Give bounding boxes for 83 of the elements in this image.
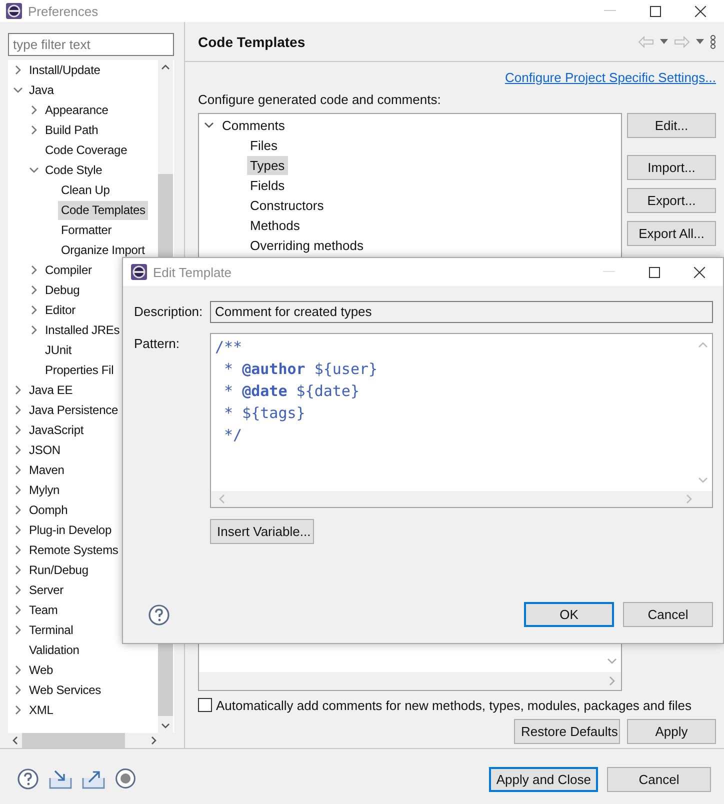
maximize-icon[interactable] bbox=[649, 266, 660, 278]
tree-item[interactable]: Organize Import bbox=[58, 240, 148, 260]
dialog-button[interactable]: OK bbox=[524, 602, 614, 627]
tree-item[interactable]: Terminal bbox=[26, 620, 76, 640]
code-line: */ bbox=[223, 425, 244, 446]
tree-item[interactable]: XML bbox=[26, 700, 56, 720]
tree-item[interactable]: Install/Update bbox=[26, 60, 104, 80]
export-icon[interactable] bbox=[82, 768, 105, 788]
tree-item[interactable]: Java EE bbox=[26, 380, 76, 400]
code-line: * ${tags} bbox=[223, 403, 306, 424]
side-button[interactable]: Export All... bbox=[627, 221, 716, 246]
maximize-icon[interactable] bbox=[650, 6, 661, 16]
tree-item[interactable]: Constructors bbox=[247, 196, 327, 214]
tree-item[interactable]: Java bbox=[26, 80, 57, 100]
project-settings-link[interactable]: Configure Project Specific Settings... bbox=[505, 70, 716, 84]
tree-item[interactable]: Compiler bbox=[42, 260, 95, 280]
tree-item[interactable]: Debug bbox=[42, 280, 83, 300]
tree-item[interactable]: Appearance bbox=[42, 100, 112, 120]
caret-icon[interactable] bbox=[660, 39, 668, 44]
help-icon[interactable] bbox=[148, 604, 170, 626]
dialog-button[interactable]: Cancel bbox=[623, 602, 713, 627]
window-title: Preferences bbox=[28, 4, 98, 18]
tree-item[interactable]: Files bbox=[247, 136, 280, 154]
tree-item[interactable]: Remote Systems bbox=[26, 540, 122, 560]
footer-button[interactable]: Cancel bbox=[607, 767, 711, 792]
tree-item[interactable]: Clean Up bbox=[58, 180, 113, 200]
tree-item[interactable]: Team bbox=[26, 600, 61, 620]
help-icon[interactable] bbox=[17, 768, 39, 790]
page-button[interactable]: Apply bbox=[627, 719, 716, 744]
tree-item[interactable]: Oomph bbox=[26, 500, 71, 520]
description-field[interactable]: Comment for created types bbox=[210, 301, 713, 323]
filter-field[interactable]: type filter text bbox=[8, 33, 174, 56]
insert-variable-button[interactable]: Insert Variable... bbox=[210, 519, 314, 544]
tree-item[interactable]: JavaScript bbox=[26, 420, 87, 440]
tree-item[interactable]: Code Style bbox=[42, 160, 106, 180]
tree-item[interactable]: Overriding methods bbox=[247, 236, 366, 254]
tree-item[interactable]: Types bbox=[247, 156, 288, 174]
tree-item[interactable]: Editor bbox=[42, 300, 78, 320]
tree-item[interactable]: Validation bbox=[26, 640, 82, 660]
close-icon[interactable] bbox=[694, 266, 705, 278]
tree-item[interactable]: Mylyn bbox=[26, 480, 63, 500]
tree-item[interactable]: Server bbox=[26, 580, 66, 600]
footer-button[interactable]: Apply and Close bbox=[489, 767, 598, 792]
tree-item[interactable]: JSON bbox=[26, 440, 64, 460]
record-icon[interactable] bbox=[115, 768, 136, 789]
dialog-title: Edit Template bbox=[153, 264, 232, 280]
tree-item[interactable]: Comments bbox=[219, 116, 288, 134]
caret-icon[interactable] bbox=[696, 39, 704, 44]
code-line: *@date ${date} bbox=[223, 381, 360, 402]
tree-item[interactable]: Java Persistence bbox=[26, 400, 121, 420]
scrollbar[interactable] bbox=[199, 672, 621, 690]
app-icon bbox=[131, 264, 147, 280]
app-icon bbox=[6, 3, 22, 19]
import-icon[interactable] bbox=[49, 768, 72, 788]
tree-item[interactable]: Maven bbox=[26, 460, 68, 480]
code-line: /** bbox=[215, 337, 244, 358]
code-line: *@author ${user} bbox=[223, 359, 379, 380]
page-button[interactable]: Restore Defaults bbox=[514, 719, 620, 744]
tree-item[interactable]: Methods bbox=[247, 216, 303, 234]
close-icon[interactable] bbox=[695, 6, 706, 16]
pattern-label: Pattern: bbox=[134, 335, 181, 353]
tree-item[interactable]: Properties Fil bbox=[42, 360, 117, 380]
tree-item[interactable]: Formatter bbox=[58, 220, 115, 240]
tree-item[interactable]: Web Services bbox=[26, 680, 104, 700]
tree-item[interactable]: Installed JREs bbox=[42, 320, 123, 340]
side-button[interactable]: Import... bbox=[627, 155, 716, 180]
tree-item[interactable]: Plug-in Develop bbox=[26, 520, 114, 540]
tree-item[interactable]: Code Templates bbox=[58, 200, 148, 220]
side-button[interactable]: Edit... bbox=[627, 113, 716, 138]
checkbox-label: Automatically add comments for new methods, types, modules, packages and files bbox=[216, 698, 692, 712]
page-title: Code Templates bbox=[198, 34, 306, 50]
checkbox[interactable] bbox=[198, 698, 212, 712]
intro-text: Configure generated code and comments: bbox=[198, 91, 442, 109]
side-button[interactable]: Export... bbox=[627, 188, 716, 213]
scrollbar-thumb[interactable] bbox=[22, 733, 125, 748]
tree-item[interactable]: JUnit bbox=[42, 340, 75, 360]
tree-item[interactable]: Fields bbox=[247, 176, 288, 194]
tree-item[interactable]: Web bbox=[26, 660, 56, 680]
tree-item[interactable]: Run/Debug bbox=[26, 560, 92, 580]
tree-item[interactable]: Build Path bbox=[42, 120, 102, 140]
menu-icon[interactable] bbox=[710, 34, 716, 48]
tree-item[interactable]: Code Coverage bbox=[42, 140, 130, 160]
description-label: Description: bbox=[134, 303, 204, 321]
